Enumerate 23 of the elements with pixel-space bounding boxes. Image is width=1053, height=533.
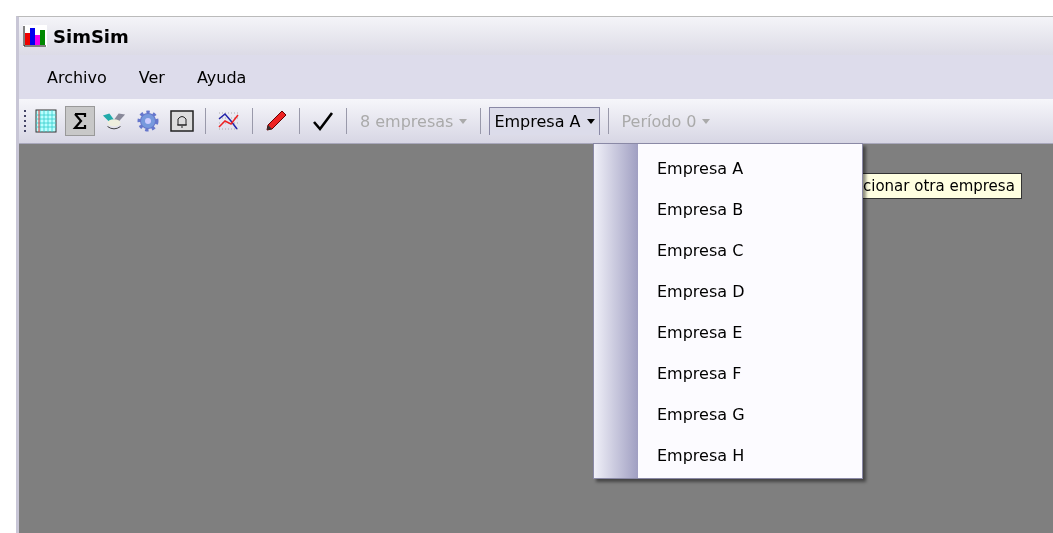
grip-icon[interactable] [23, 107, 27, 135]
dropdown-item[interactable]: Empresa E [638, 312, 862, 353]
bar-chart-icon [23, 25, 47, 47]
bell-icon [170, 110, 194, 132]
caret-icon [586, 119, 595, 124]
checkmark-icon [312, 110, 334, 132]
dropdown-item[interactable]: Empresa F [638, 353, 862, 394]
dropdown-item[interactable]: Empresa H [638, 435, 862, 476]
gear-icon [136, 109, 160, 133]
spreadsheet-icon [34, 109, 58, 133]
dropdown-item[interactable]: Empresa C [638, 230, 862, 271]
caret-icon [459, 118, 468, 124]
pencil-icon [264, 109, 288, 133]
menu-item[interactable]: Ayuda [182, 63, 261, 91]
caret-icon [702, 118, 711, 124]
window-title: SimSim [53, 25, 129, 47]
sum-button[interactable] [65, 106, 95, 136]
line-chart-icon [217, 109, 241, 133]
menu-item[interactable]: Archivo [33, 63, 121, 91]
dropdown-item[interactable]: Empresa G [638, 394, 862, 435]
menu-item[interactable]: Ver [124, 63, 179, 91]
dropdown-item[interactable]: Empresa D [638, 271, 862, 312]
dropdown-button[interactable]: Empresa A [489, 107, 600, 135]
